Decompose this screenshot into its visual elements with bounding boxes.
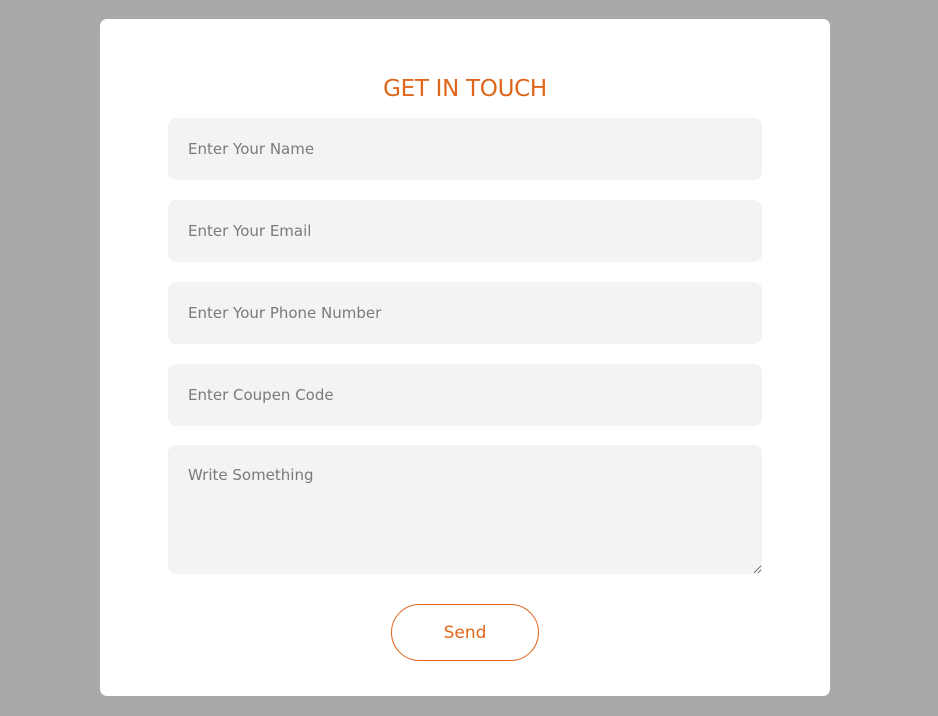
send-button[interactable]: Send — [391, 604, 539, 661]
contact-form-card: GET IN TOUCH Send — [100, 19, 830, 696]
message-textarea[interactable] — [168, 445, 762, 574]
email-input[interactable] — [168, 200, 762, 262]
name-input[interactable] — [168, 118, 762, 180]
coupon-code-input[interactable] — [168, 364, 762, 426]
phone-input[interactable] — [168, 282, 762, 344]
form-title: GET IN TOUCH — [383, 76, 547, 102]
